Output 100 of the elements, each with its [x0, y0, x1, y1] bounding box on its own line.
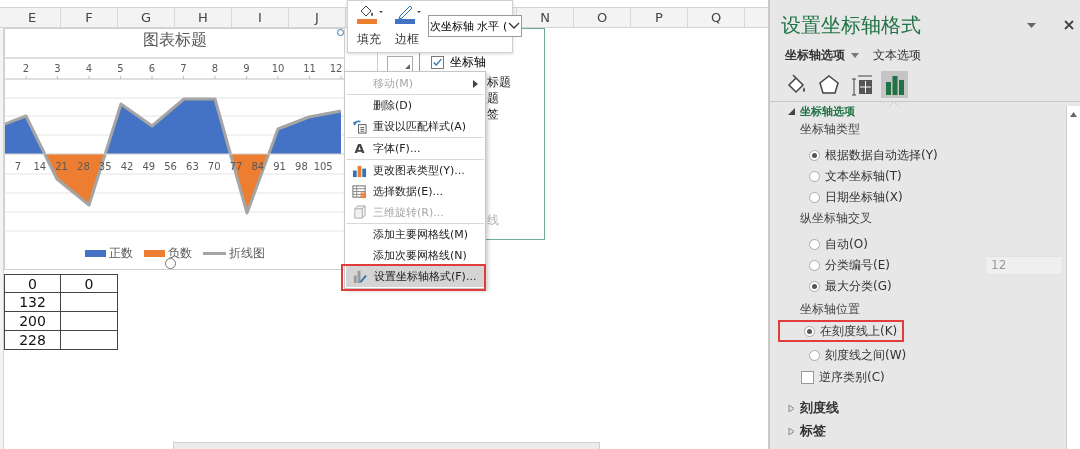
font-icon: A [354, 141, 365, 156]
table-cell: 228 [4, 331, 61, 350]
axis-label: 70 [207, 161, 221, 172]
radio-button[interactable] [809, 239, 820, 250]
table-cell [61, 312, 118, 331]
axis-label: 91 [273, 161, 286, 172]
table-cell: 200 [4, 312, 61, 331]
radio-button[interactable] [804, 325, 815, 337]
chart-element-dropdown[interactable]: 次坐标轴 水平 ( [428, 15, 523, 37]
pentagon-icon [817, 73, 840, 96]
menu-item[interactable]: 删除(D) [346, 95, 484, 116]
checkbox-label: 坐标轴 [450, 53, 486, 71]
axis-label: 3 [54, 63, 61, 74]
axis-label: 11 [303, 63, 316, 74]
option-label: 日期坐标轴(X) [825, 189, 903, 206]
radio-button[interactable] [809, 349, 820, 361]
menu-item[interactable]: 添加次要网格线(N) [346, 245, 484, 266]
pane-tab[interactable]: 坐标轴选项 [785, 46, 859, 64]
axis-format-icon [352, 269, 367, 284]
chart-title: 图表标题 [142, 29, 207, 51]
element-label: 题 [487, 90, 500, 106]
table-cell [61, 331, 118, 350]
cube-icon [352, 205, 367, 220]
expand-triangle-icon [788, 404, 795, 412]
option-label: 文本坐标轴(T) [825, 168, 902, 185]
fill-button[interactable]: 填充 [352, 3, 386, 48]
resize-handle[interactable] [165, 258, 176, 269]
caret-down-icon [1027, 22, 1036, 28]
checkbox[interactable] [431, 55, 444, 69]
scroll-up-icon[interactable] [1070, 112, 1077, 117]
group-heading: 坐标轴类型 [799, 121, 861, 138]
legend-label: 折线图 [228, 245, 265, 262]
menu-item[interactable]: A 字体(F)... [346, 138, 484, 160]
menu-item[interactable]: 重设以匹配样式(A) [346, 116, 484, 138]
option-label: 刻度线之间(W) [825, 346, 907, 364]
menu-item[interactable]: 更改图表类型(Y)... [346, 160, 484, 181]
axis-label: 56 [164, 161, 177, 172]
column-header[interactable]: J [289, 8, 346, 27]
column-header[interactable]: Q [688, 8, 745, 27]
axis-label: 63 [186, 161, 199, 172]
table-icon [352, 184, 367, 199]
table-cell: 132 [4, 293, 61, 312]
selection-handle[interactable] [337, 29, 344, 36]
table-cell: 0 [61, 274, 118, 293]
checkbox[interactable] [801, 370, 814, 384]
option-label: 最大分类(G) [825, 278, 892, 295]
axis-label: 7 [180, 63, 187, 74]
caret-down-icon [851, 52, 859, 58]
column-header[interactable]: E [4, 8, 61, 27]
axis-label: 7 [14, 161, 22, 172]
horizontal-scrollbar[interactable] [173, 442, 600, 449]
menu-item[interactable]: 选择数据(E)... [346, 181, 484, 202]
vertical-scrollbar[interactable] [1066, 106, 1080, 449]
radio-button[interactable] [809, 192, 820, 203]
column-header[interactable]: H [175, 8, 232, 27]
table-cell: 0 [4, 274, 61, 293]
column-header[interactable]: O [574, 8, 631, 27]
axis-label: 8 [211, 63, 219, 74]
column-header[interactable]: G [118, 8, 175, 27]
radio-button[interactable] [809, 260, 820, 271]
element-label: 线 [487, 212, 500, 228]
column-header[interactable]: P [631, 8, 688, 27]
radio-button[interactable] [809, 171, 820, 182]
section-header[interactable]: 刻度线 [770, 399, 1066, 417]
axis-label: 12 [329, 63, 343, 74]
pane-tab[interactable]: 文本选项 [873, 46, 921, 64]
option-label: 在刻度线上(K) [820, 322, 898, 340]
axis-label: 14 [33, 161, 47, 172]
option-label: 自动(O) [825, 236, 868, 253]
section-header[interactable]: 标签 [770, 422, 1066, 440]
axis-label: 98 [295, 161, 308, 172]
menu-item[interactable]: 添加主要网格线(M) [346, 224, 484, 245]
bar-chart-icon [352, 163, 367, 178]
legend-label: 负数 [167, 245, 192, 262]
legend-label: 正数 [108, 245, 133, 262]
size-properties-icon [850, 73, 873, 96]
section-header[interactable]: 坐标轴选项 [770, 104, 1066, 118]
column-header[interactable]: F [61, 8, 118, 27]
corner-triangle-icon [405, 64, 410, 69]
border-button[interactable]: 边框 [390, 3, 424, 48]
axis-label: 9 [243, 63, 250, 74]
column-header[interactable]: I [232, 8, 289, 27]
option-label: 根据数据自动选择(Y) [825, 147, 938, 164]
option-label: 逆序类别(C) [819, 368, 885, 386]
collapse-triangle-icon [788, 107, 795, 115]
axis-label: 28 [77, 161, 90, 172]
table-cell [61, 293, 118, 312]
axis-label: 35 [98, 161, 112, 172]
axis-label: 6 [148, 63, 156, 74]
axis-label: 10 [271, 63, 285, 74]
expand-triangle-icon [788, 427, 795, 435]
flyout-button[interactable] [387, 56, 413, 72]
radio-button[interactable] [809, 150, 820, 161]
chevron-down-icon [508, 22, 521, 30]
axis-label: 105 [313, 161, 333, 172]
radio-button[interactable] [809, 281, 820, 292]
axis-label: 21 [55, 161, 68, 172]
element-label: 签 [487, 106, 500, 122]
group-heading: 坐标轴位置 [799, 301, 861, 318]
axis-label: 4 [85, 63, 93, 74]
